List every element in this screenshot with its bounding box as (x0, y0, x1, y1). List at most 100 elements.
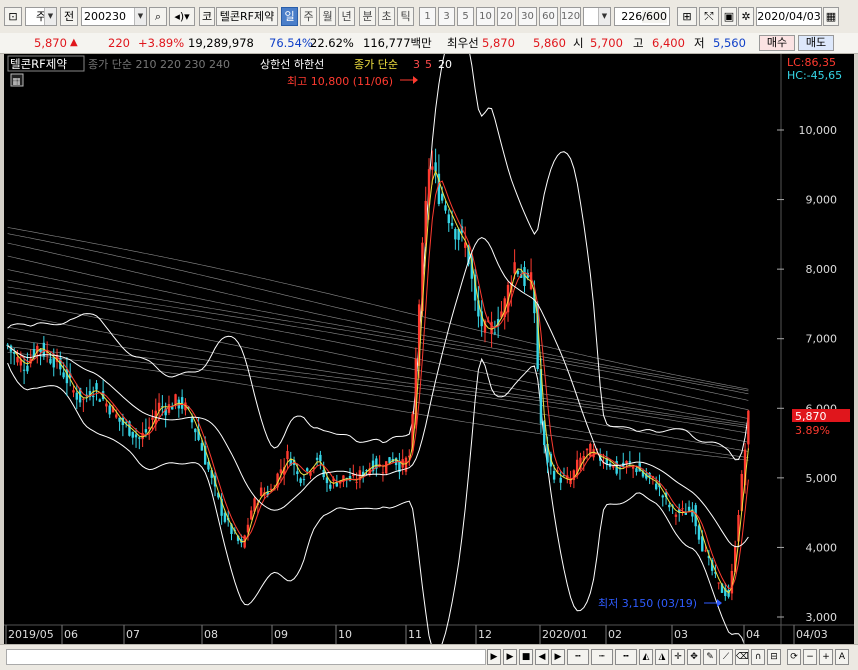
font-size-button[interactable]: A (835, 649, 849, 665)
reset-icon[interactable]: ⟳ (787, 649, 801, 665)
candle-body (259, 487, 263, 496)
candle-body (82, 398, 85, 400)
candle-body (635, 468, 638, 473)
ma-5-line (7, 180, 749, 590)
zoom-plus-button[interactable]: + (819, 649, 833, 665)
candle-body (388, 457, 391, 463)
line-type-icon[interactable]: ╍ (615, 649, 637, 665)
tab-minute[interactable]: 분 (359, 7, 376, 26)
gear-icon[interactable]: ✲ (738, 7, 754, 26)
measure-icon[interactable]: ⟋ (719, 649, 733, 665)
open-price: 5,700 (590, 36, 623, 50)
x-tick-label: 02 (608, 628, 622, 641)
scroll-right-button[interactable]: ▶ (487, 649, 501, 665)
tab-day[interactable]: 일 (281, 7, 298, 26)
ma-long-line (7, 346, 749, 458)
candle-body (115, 414, 118, 418)
play-icon[interactable]: ▶ (503, 649, 517, 665)
chart-panel[interactable]: 10,000 9,000 8,000 7,000 6,000 5,000 4,000 3,00… (4, 54, 854, 644)
chevron-down-icon: ▼ (134, 8, 146, 25)
interval-3[interactable]: 3 (438, 7, 455, 26)
interval-10[interactable]: 10 (476, 7, 495, 26)
candle-body (299, 478, 302, 483)
sell-button[interactable]: 매도 (798, 35, 834, 51)
candle-body (592, 449, 595, 458)
interval-30[interactable]: 30 (518, 7, 537, 26)
date-field[interactable]: 2020/04/03 (756, 7, 822, 26)
prev-button[interactable]: 전 (60, 7, 78, 26)
quote-bar: 5,870 ▲ 220 +3.89% 19,289,978 76.54% 22.… (0, 33, 858, 54)
interval-5[interactable]: 5 (457, 7, 474, 26)
chevron-down-icon: ▼ (598, 8, 610, 25)
stock-code-input[interactable]: 200230 ▼ (81, 7, 147, 26)
stock-name: 텔콘RF제약 (216, 7, 278, 26)
trend-line-icon[interactable]: ⤲ (699, 7, 719, 26)
bar-type-icon[interactable]: ┉ (591, 649, 613, 665)
lock-icon[interactable]: ⊟ (767, 649, 781, 665)
y-tick-label: 5,000 (806, 472, 838, 485)
candle-body (105, 403, 108, 407)
count-field[interactable]: 226/600 (614, 7, 670, 26)
eraser-icon[interactable]: ⌫ (735, 649, 749, 665)
candle-body (296, 471, 299, 475)
tab-month[interactable]: 월 (319, 7, 336, 26)
interval-20[interactable]: 20 (497, 7, 516, 26)
zoom-in-icon[interactable]: ◮ (655, 649, 669, 665)
draw-icon[interactable]: ✎ (703, 649, 717, 665)
time-scrollbar[interactable] (6, 649, 486, 665)
tab-second[interactable]: 초 (378, 7, 395, 26)
low-arrow-icon (717, 599, 722, 607)
market-select[interactable]: 주 ▼ (25, 7, 57, 26)
candle-body (177, 399, 181, 409)
candle-body (552, 470, 556, 480)
turnover-ratio: 22.62% (310, 36, 354, 50)
speaker-icon[interactable]: ◂)▾ (169, 7, 195, 26)
interval-120[interactable]: 120 (560, 7, 581, 26)
price-change: 220 (108, 36, 130, 50)
interval-60[interactable]: 60 (539, 7, 558, 26)
ma-long-line (7, 269, 749, 411)
zoom-out-icon[interactable]: ◭ (639, 649, 653, 665)
candle-body (447, 214, 450, 224)
candle-body (306, 468, 309, 471)
window-icon[interactable]: ⊡ (4, 7, 22, 26)
y-tick-label: 8,000 (806, 263, 838, 276)
indicator-add-icon[interactable]: ⊞ (677, 7, 697, 26)
candle-body (26, 365, 29, 372)
candle-body (286, 451, 289, 460)
candle-body (65, 368, 69, 384)
crosshair-icon[interactable]: ✛ (671, 649, 685, 665)
ma-long-line (7, 286, 749, 424)
best-ask-label: 최우선 (447, 36, 479, 50)
x-tick-label: 2020/01 (542, 628, 588, 641)
prev-icon[interactable]: ◀ (535, 649, 549, 665)
legend-ma-long: 종가 단순 210 220 230 240 (88, 58, 230, 71)
save-icon[interactable]: ▣ (721, 7, 737, 26)
tab-week[interactable]: 주 (300, 7, 317, 26)
zoom-minus-button[interactable]: − (803, 649, 817, 665)
interval-1[interactable]: 1 (419, 7, 436, 26)
ma-long-line (7, 352, 749, 461)
magnet-icon[interactable]: ∩ (751, 649, 765, 665)
buy-button[interactable]: 매수 (759, 35, 795, 51)
candle-body (335, 482, 339, 487)
trade-amount: 116,777백만 (363, 36, 432, 50)
candlestick-chart[interactable]: 10,0009,0008,0007,0006,0005,0004,0003,00… (4, 54, 854, 644)
ma-long-line (7, 292, 749, 426)
calendar-icon[interactable]: ▦ (823, 7, 839, 26)
tab-tick[interactable]: 틱 (397, 7, 414, 26)
candle-body (674, 514, 678, 517)
tab-year[interactable]: 년 (338, 7, 355, 26)
count-value: 226 (621, 10, 643, 23)
search-icon[interactable]: ⌕ (149, 7, 167, 26)
pan-icon[interactable]: ✥ (687, 649, 701, 665)
interval-custom-select[interactable]: ▼ (583, 7, 611, 26)
high-annotation: 최고 10,800 (11/06) (287, 75, 393, 88)
x-tick-label: 11 (408, 628, 422, 641)
chart-type-icon[interactable]: ┅ (567, 649, 589, 665)
candles-group (6, 148, 750, 601)
next-icon[interactable]: ▶ (551, 649, 565, 665)
best-ask: 5,870 (482, 36, 515, 50)
count-total: /600 (642, 10, 667, 23)
stop-icon[interactable]: ■ (519, 649, 533, 665)
